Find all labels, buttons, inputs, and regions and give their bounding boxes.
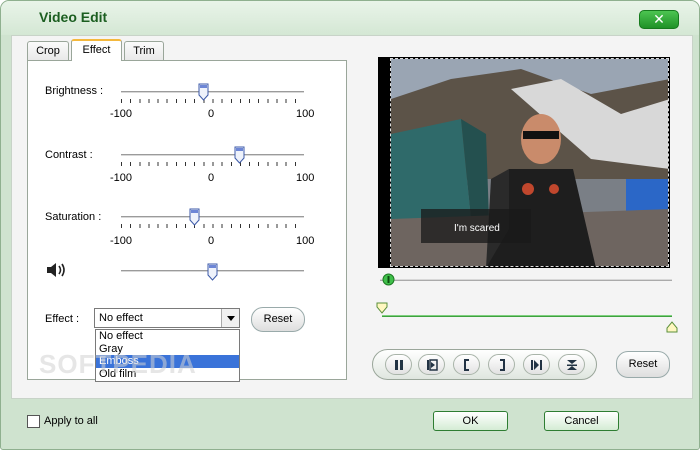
contrast-slider-thumb[interactable] [234, 146, 245, 164]
crop-frame[interactable]: I'm scared [390, 58, 669, 267]
contrast-label: Contrast : [45, 149, 93, 161]
apply-to-all-checkbox[interactable] [27, 415, 40, 428]
effect-selected-value: No effect [99, 312, 143, 324]
close-button[interactable]: ✕ [639, 10, 679, 29]
brightness-max: 100 [296, 108, 315, 120]
brightness-slider-thumb[interactable] [198, 83, 209, 101]
snapshot-button[interactable] [418, 354, 445, 375]
contrast-min: -100 [110, 172, 133, 184]
subtitle-text: I'm scared [454, 223, 500, 234]
mark-in-icon [464, 359, 469, 371]
cancel-button[interactable]: Cancel [544, 411, 619, 431]
brightness-mid: 0 [208, 108, 215, 120]
contrast-track[interactable] [121, 154, 304, 157]
fit-icon [567, 360, 577, 370]
ok-button[interactable]: OK [433, 411, 508, 431]
fit-button[interactable] [558, 354, 585, 375]
trim-end-marker[interactable] [666, 321, 678, 333]
effect-panel: Brightness : -100 0 100 Contrast : -100 … [27, 60, 347, 382]
snapshot-icon [427, 359, 438, 371]
pause-icon [395, 360, 403, 370]
contrast-max: 100 [296, 172, 315, 184]
video-edit-window: Video Edit ✕ Crop Effect Trim Brightness… [0, 0, 700, 450]
effect-reset-button[interactable]: Reset [251, 307, 305, 332]
video-frame-image [391, 59, 668, 266]
dialog-content: Crop Effect Trim Brightness : -100 0 100… [11, 35, 693, 399]
contrast-ticks [121, 162, 304, 166]
saturation-slider-thumb[interactable] [189, 208, 200, 226]
effect-option-no-effect[interactable]: No effect [96, 330, 239, 343]
mark-out-icon [500, 359, 505, 371]
playback-position-thumb[interactable] [382, 273, 395, 286]
window-title: Video Edit [39, 9, 108, 25]
trim-start-marker[interactable] [376, 302, 388, 314]
playback-seek-track[interactable] [380, 279, 672, 281]
saturation-max: 100 [296, 235, 315, 247]
chevron-down-icon[interactable] [221, 309, 239, 327]
mark-out-button[interactable] [488, 354, 515, 375]
video-preview: I'm scared [378, 57, 670, 268]
volume-slider-thumb[interactable] [207, 263, 218, 281]
brightness-track[interactable] [121, 91, 304, 94]
playback-controls [372, 349, 597, 380]
watermark-text: SOFTPEDIA [39, 349, 197, 379]
saturation-min: -100 [110, 235, 133, 247]
brightness-label: Brightness : [45, 85, 104, 97]
saturation-track[interactable] [121, 216, 304, 219]
trim-range-track[interactable] [382, 315, 672, 317]
title-bar: Video Edit ✕ [1, 1, 699, 35]
apply-to-all-label[interactable]: Apply to all [44, 415, 98, 427]
brightness-min: -100 [110, 108, 133, 120]
tab-trim[interactable]: Trim [124, 41, 164, 60]
contrast-mid: 0 [208, 172, 215, 184]
effect-dropdown[interactable]: No effect [94, 308, 240, 328]
speaker-icon[interactable] [45, 261, 67, 279]
saturation-ticks [121, 224, 304, 228]
dialog-footer: Apply to all OK Cancel [1, 399, 699, 449]
next-frame-button[interactable] [523, 354, 550, 375]
mark-in-button[interactable] [453, 354, 480, 375]
saturation-label: Saturation : [45, 211, 102, 223]
pause-button[interactable] [385, 354, 412, 375]
tab-crop[interactable]: Crop [27, 41, 69, 60]
next-frame-icon [531, 360, 542, 370]
effect-label: Effect : [45, 313, 80, 325]
playback-reset-button[interactable]: Reset [616, 351, 670, 378]
tab-effect[interactable]: Effect [71, 39, 122, 61]
saturation-mid: 0 [208, 235, 215, 247]
brightness-ticks [121, 99, 304, 103]
